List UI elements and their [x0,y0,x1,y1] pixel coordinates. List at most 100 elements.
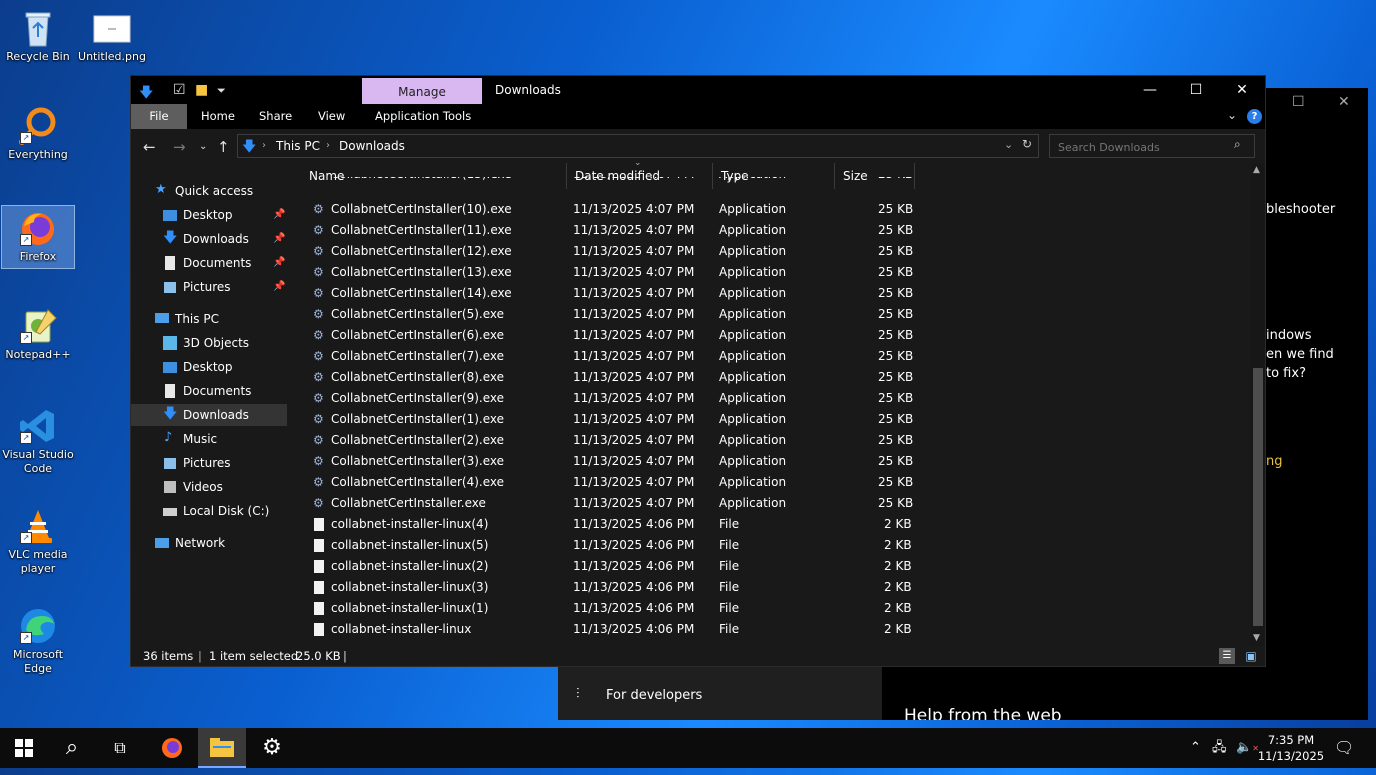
nav-pc-local-disk[interactable]: Local Disk (C:) [131,500,287,522]
desktop-icon-recycle-bin[interactable]: Recycle Bin [2,8,74,64]
desktop-icon-everything[interactable]: ↗ Everything [2,106,74,162]
start-button[interactable] [0,728,48,768]
file-row[interactable]: collabnet-installer-linux(5) 11/13/2025 4… [293,535,913,556]
search-taskbar-button[interactable]: ⌕ [48,728,96,768]
maximize-icon[interactable]: ☐ [1292,94,1305,110]
breadcrumb-this-pc[interactable]: This PC [276,139,320,153]
task-view-button[interactable]: ⧉ [96,728,144,768]
file-row-partial[interactable]: CollabnetCertInstaller(15).exe 11/13/202… [293,177,913,189]
new-folder-icon[interactable]: ■ [195,82,208,98]
file-row[interactable]: collabnet-installer-linux(3) 11/13/2025 4… [293,577,913,598]
tab-application-tools[interactable]: Application Tools [363,104,483,129]
vertical-scrollbar[interactable]: ▲ ▼ [1251,163,1265,646]
properties-icon[interactable]: ☑ [173,82,186,98]
file-row[interactable]: ⚙ CollabnetCertInstaller(4).exe 11/13/2025… [293,472,913,493]
address-bar[interactable]: 🡇 › This PC › Downloads ⌄ ↻ [237,134,1039,158]
details-view-icon[interactable]: ☰ [1219,648,1235,664]
nav-quick-access[interactable]: ★ Quick access [131,180,287,202]
minimize-button[interactable]: — [1127,76,1173,104]
nav-quick-downloads[interactable]: 🡇 Downloads 📌 [131,228,287,250]
nav-pc-documents[interactable]: Documents [131,380,287,402]
nav-pc-videos[interactable]: Videos [131,476,287,498]
desktop-icon-notepadpp[interactable]: ↗ Notepad++ [2,306,74,362]
show-hidden-icons-icon[interactable]: ⌃ [1190,728,1201,768]
file-row[interactable]: ⚙ CollabnetCertInstaller(1).exe 11/13/2025… [293,409,913,430]
tab-view[interactable]: View [306,104,357,129]
file-row[interactable]: ⚙ CollabnetCertInstaller(8).exe 11/13/2025… [293,367,913,388]
breadcrumb-separator-icon[interactable]: › [326,140,330,151]
search-input[interactable] [1056,138,1230,156]
file-row[interactable]: ⚙ CollabnetCertInstaller(11).exe 11/13/202… [293,220,913,241]
customize-qat-icon[interactable]: ⏷ [217,84,226,98]
taskbar-settings[interactable]: ⚙ [248,728,296,768]
file-row[interactable]: ⚙ CollabnetCertInstaller(10).exe 11/13/202… [293,199,913,220]
nav-pc-downloads[interactable]: 🡇 Downloads [131,404,287,426]
nav-this-pc[interactable]: This PC [131,308,287,330]
file-row[interactable]: ⚙ CollabnetCertInstaller(7).exe 11/13/2025… [293,346,913,367]
nav-quick-pictures[interactable]: Pictures 📌 [131,276,287,298]
title-bar[interactable]: 🡇 ☑ ■ ⏷ Manage Downloads — ☐ ✕ [131,76,1265,105]
file-row[interactable]: ⚙ CollabnetCertInstaller.exe 11/13/2025 4:… [293,493,913,514]
file-row[interactable]: collabnet-installer-linux 11/13/2025 4:06… [293,619,913,640]
network-tray-icon[interactable]: 🖧 [1212,728,1227,768]
desktop-icon-firefox[interactable]: ↗ Firefox [1,205,75,269]
taskbar-file-explorer[interactable] [198,728,246,768]
refresh-icon[interactable]: ↻ [1022,137,1032,151]
scroll-down-icon[interactable]: ▼ [1253,633,1260,643]
taskbar-firefox[interactable] [148,728,196,768]
close-icon[interactable]: ✕ [1338,94,1350,110]
desktop-icon-untitled-png[interactable]: Untitled.png [76,8,148,64]
maximize-button[interactable]: ☐ [1173,76,1219,104]
clock[interactable]: 7:35 PM 11/13/2025 [1256,732,1326,764]
file-date: 11/13/2025 4:07 PM [573,475,695,489]
nav-network[interactable]: Network [131,532,287,554]
breadcrumb-separator-icon[interactable]: › [262,140,266,151]
file-row[interactable]: collabnet-installer-linux(1) 11/13/2025 4… [293,598,913,619]
file-row[interactable]: ⚙ CollabnetCertInstaller(13).exe 11/13/202… [293,262,913,283]
pin-icon[interactable]: 📌 [273,276,285,298]
large-icons-view-icon[interactable]: ▣ [1243,648,1259,664]
tab-share[interactable]: Share [247,104,304,129]
manage-contextual-tab[interactable]: Manage [362,78,482,105]
application-icon: ⚙ [313,475,324,489]
file-row[interactable]: ⚙ CollabnetCertInstaller(9).exe 11/13/2025… [293,388,913,409]
up-arrow-icon[interactable]: ↑ [217,138,230,156]
search-box[interactable]: ⌕ [1049,134,1255,158]
nav-pc-music[interactable]: ♪ Music [131,428,287,450]
nav-quick-documents[interactable]: Documents 📌 [131,252,287,274]
expand-ribbon-icon[interactable]: ⌄ [1227,108,1237,122]
nav-quick-desktop[interactable]: Desktop 📌 [131,204,287,226]
nav-3d-objects[interactable]: 3D Objects [131,332,287,354]
file-row[interactable]: ⚙ CollabnetCertInstaller(14).exe 11/13/202… [293,283,913,304]
file-row[interactable]: ⚙ CollabnetCertInstaller(12).exe 11/13/202… [293,241,913,262]
desktop-icon-vscode[interactable]: ↗ Visual Studio Code [2,406,74,476]
file-row[interactable]: collabnet-installer-linux(2) 11/13/2025 4… [293,556,913,577]
notifications-icon[interactable]: 🗨 [1334,728,1354,768]
pin-icon[interactable]: 📌 [273,252,285,274]
nav-pc-desktop[interactable]: Desktop [131,356,287,378]
file-row[interactable]: ⚙ CollabnetCertInstaller(5).exe 11/13/2025… [293,304,913,325]
nav-pc-pictures[interactable]: Pictures [131,452,287,474]
breadcrumb-downloads[interactable]: Downloads [339,139,405,153]
for-developers-link[interactable]: For developers [606,688,702,703]
back-arrow-icon[interactable]: ← [143,138,156,156]
tab-home[interactable]: Home [189,104,247,129]
pin-icon[interactable]: 📌 [273,228,285,250]
file-row[interactable]: ⚙ CollabnetCertInstaller(3).exe 11/13/2025… [293,451,913,472]
scrollbar-thumb[interactable] [1253,368,1263,626]
desktop-icon-edge[interactable]: ↗ Microsoft Edge [2,606,74,676]
close-button[interactable]: ✕ [1219,76,1265,104]
pin-icon[interactable]: 📌 [273,204,285,226]
background-link-text[interactable]: ng [1266,452,1283,471]
file-row[interactable]: ⚙ CollabnetCertInstaller(2).exe 11/13/2025… [293,430,913,451]
help-icon[interactable]: ? [1247,109,1262,124]
recent-locations-icon[interactable]: ⌄ [199,141,207,152]
file-icon [314,560,324,573]
file-row[interactable]: collabnet-installer-linux(4) 11/13/2025 4… [293,514,913,535]
address-dropdown-icon[interactable]: ⌄ [1004,138,1013,151]
scroll-up-icon[interactable]: ▲ [1253,165,1260,175]
forward-arrow-icon[interactable]: → [173,138,186,156]
tab-file[interactable]: File [131,104,187,129]
file-row[interactable]: ⚙ CollabnetCertInstaller(6).exe 11/13/2025… [293,325,913,346]
desktop-icon-vlc[interactable]: ↗ VLC media player [2,506,74,576]
